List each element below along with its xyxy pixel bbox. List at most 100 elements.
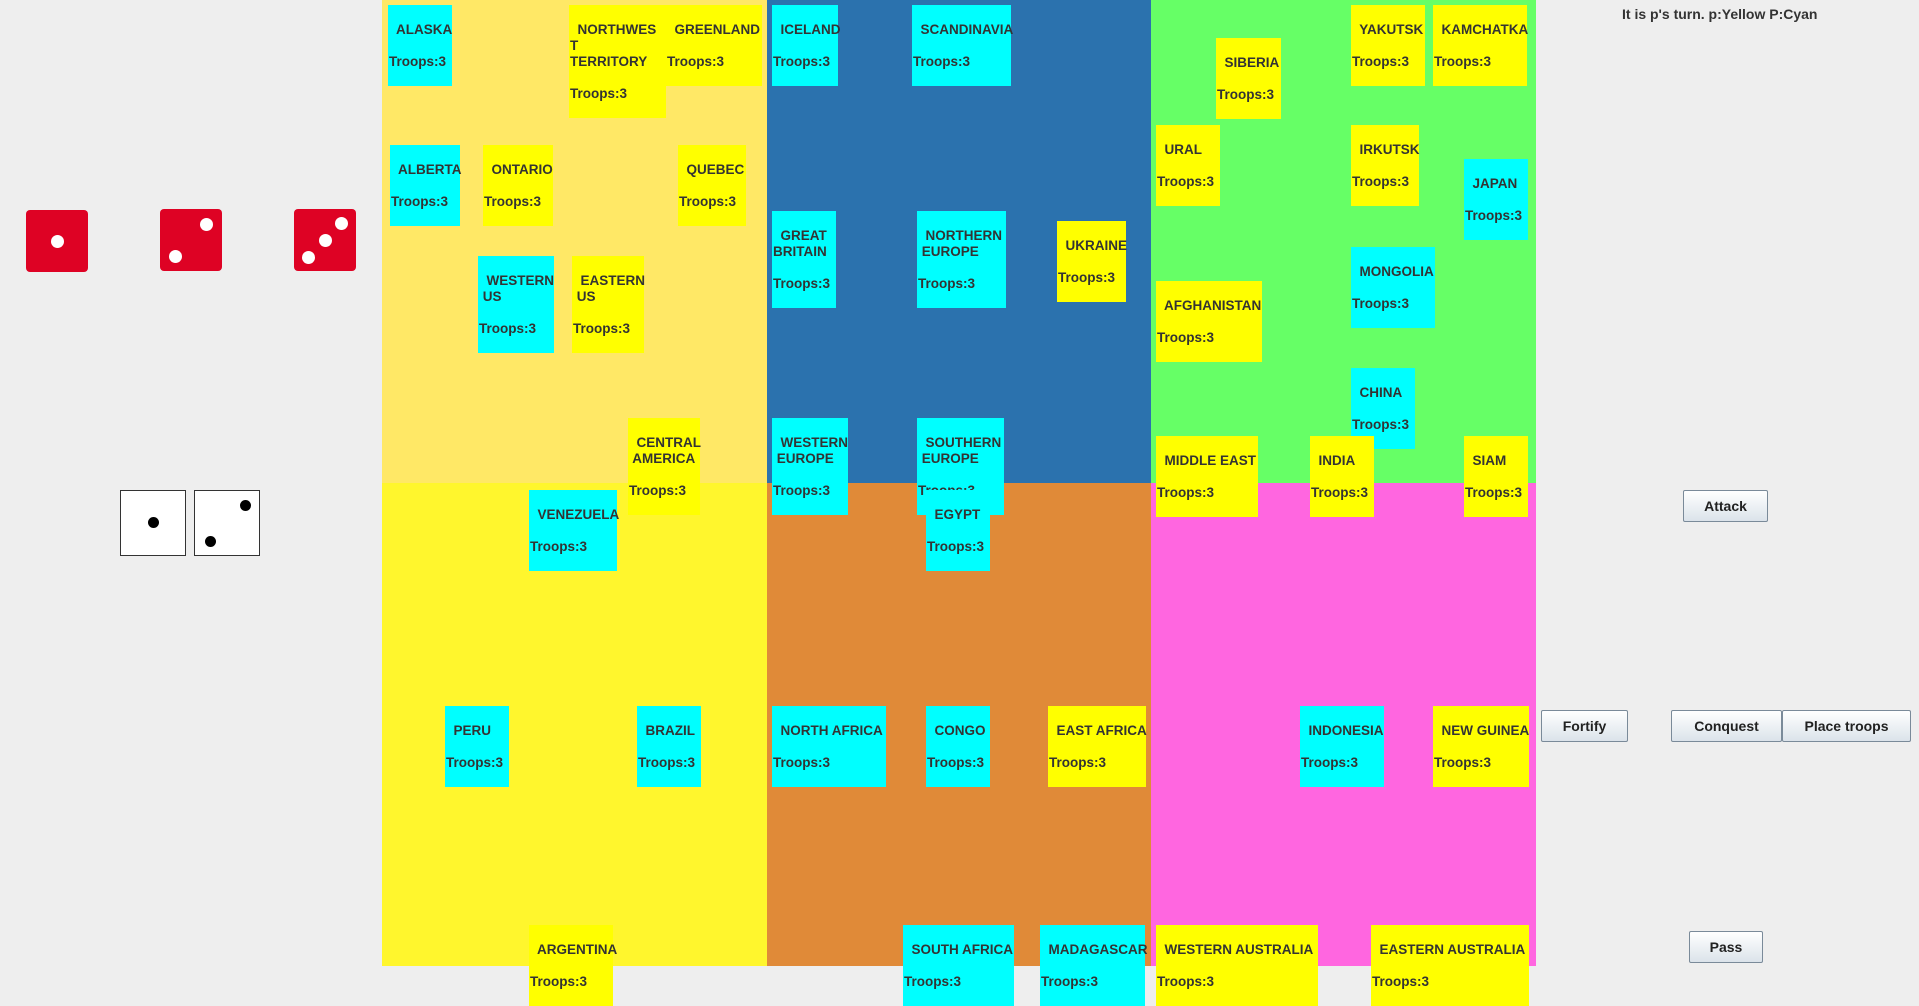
territory-ukraine[interactable]: UKRAINE Troops:3 (1057, 221, 1128, 302)
territory-quebec[interactable]: QUEBEC Troops:3 (678, 145, 746, 226)
attack-die-1 (26, 210, 88, 272)
territory-greenland[interactable]: GREENLAND Troops:3 (666, 5, 762, 86)
territory-northwest-territory[interactable]: NORTHWES T TERRITORY Troops:3 (569, 5, 666, 118)
attack-button[interactable]: Attack (1683, 490, 1768, 522)
territory-ontario[interactable]: ONTARIO Troops:3 (483, 145, 553, 226)
territory-name: JAPAN (1472, 176, 1518, 191)
conquest-button[interactable]: Conquest (1671, 710, 1782, 742)
territory-name: PERU (453, 723, 492, 738)
defend-die-2 (194, 490, 260, 556)
territory-name: NORTHWES T TERRITORY (570, 22, 657, 69)
territory-troops: Troops:3 (927, 755, 985, 770)
territory-troops: Troops:3 (479, 321, 537, 336)
territory-troops: Troops:3 (1049, 755, 1107, 770)
territory-troops: Troops:3 (773, 483, 831, 498)
territory-troops: Troops:3 (1157, 174, 1215, 189)
territory-eastern-us[interactable]: EASTERN US Troops:3 (572, 256, 646, 353)
territory-name: SCANDINAVIA (920, 22, 1014, 37)
territory-troops: Troops:3 (1465, 208, 1523, 223)
territory-india[interactable]: INDIA Troops:3 (1310, 436, 1374, 517)
territory-yakutsk[interactable]: YAKUTSK Troops:3 (1351, 5, 1425, 86)
territory-name: YAKUTSK (1359, 22, 1424, 37)
territory-congo[interactable]: CONGO Troops:3 (926, 706, 990, 787)
territory-middle-east[interactable]: MIDDLE EAST Troops:3 (1156, 436, 1258, 517)
territory-troops: Troops:3 (1311, 485, 1369, 500)
territory-great-britain[interactable]: GREAT BRITAIN Troops:3 (772, 211, 836, 308)
territory-troops: Troops:3 (1434, 54, 1492, 69)
territory-troops: Troops:3 (1217, 87, 1275, 102)
territory-scandinavia[interactable]: SCANDINAVIA Troops:3 (912, 5, 1014, 86)
territory-northern-europe[interactable]: NORTHERN EUROPE Troops:3 (917, 211, 1006, 308)
territory-troops: Troops:3 (1157, 974, 1215, 989)
territory-new-guinea[interactable]: NEW GUINEA Troops:3 (1433, 706, 1529, 787)
territory-venezuela[interactable]: VENEZUELA Troops:3 (529, 490, 620, 571)
territory-alberta[interactable]: ALBERTA Troops:3 (390, 145, 462, 226)
territory-troops: Troops:3 (530, 539, 588, 554)
territory-troops: Troops:3 (1157, 330, 1215, 345)
territory-name: WESTERN US (482, 273, 555, 304)
territory-western-europe[interactable]: WESTERN EUROPE Troops:3 (772, 418, 848, 515)
territory-troops: Troops:3 (773, 54, 831, 69)
territory-egypt[interactable]: EGYPT Troops:3 (926, 490, 990, 571)
territory-troops: Troops:3 (1352, 174, 1410, 189)
territory-name: AFGHANISTAN (1164, 298, 1262, 313)
territory-troops: Troops:3 (391, 194, 449, 209)
territory-troops: Troops:3 (1372, 974, 1430, 989)
territory-name: CENTRAL AMERICA (632, 435, 702, 466)
territory-irkutsk[interactable]: IRKUTSK Troops:3 (1351, 125, 1420, 206)
territory-east-africa[interactable]: EAST AFRICA Troops:3 (1048, 706, 1147, 787)
pass-button[interactable]: Pass (1689, 931, 1763, 963)
territory-troops: Troops:3 (904, 974, 962, 989)
territory-troops: Troops:3 (773, 276, 831, 291)
territory-name: SOUTHERN EUROPE (921, 435, 1002, 466)
territory-troops: Troops:3 (1157, 485, 1215, 500)
territory-troops: Troops:3 (913, 54, 971, 69)
territory-troops: Troops:3 (638, 755, 696, 770)
territory-troops: Troops:3 (773, 755, 831, 770)
territory-troops: Troops:3 (918, 276, 976, 291)
territory-name: UKRAINE (1065, 238, 1128, 253)
territory-siberia[interactable]: SIBERIA Troops:3 (1216, 38, 1281, 119)
territory-brazil[interactable]: BRAZIL Troops:3 (637, 706, 701, 787)
territory-kamchatka[interactable]: KAMCHATKA Troops:3 (1433, 5, 1528, 86)
territory-troops: Troops:3 (1434, 755, 1492, 770)
territory-name: INDONESIA (1308, 723, 1384, 738)
territory-peru[interactable]: PERU Troops:3 (445, 706, 509, 787)
territory-alaska[interactable]: ALASKA Troops:3 (388, 5, 452, 86)
territory-name: ALBERTA (398, 162, 462, 177)
territory-western-us[interactable]: WESTERN US Troops:3 (478, 256, 554, 353)
territory-japan[interactable]: JAPAN Troops:3 (1464, 159, 1528, 240)
territory-name: VENEZUELA (537, 507, 620, 522)
territory-ural[interactable]: URAL Troops:3 (1156, 125, 1220, 206)
territory-troops: Troops:3 (667, 54, 725, 69)
territory-name: NEW GUINEA (1441, 723, 1530, 738)
attack-die-2 (160, 209, 222, 271)
territory-indonesia[interactable]: INDONESIA Troops:3 (1300, 706, 1384, 787)
territory-mongolia[interactable]: MONGOLIA Troops:3 (1351, 247, 1435, 328)
territory-troops: Troops:3 (1301, 755, 1359, 770)
territory-siam[interactable]: SIAM Troops:3 (1464, 436, 1528, 517)
territory-name: EGYPT (934, 507, 981, 522)
territory-name: SOUTH AFRICA (911, 942, 1014, 957)
territory-name: SIBERIA (1224, 55, 1280, 70)
territory-name: INDIA (1318, 453, 1356, 468)
territory-name: NORTH AFRICA (780, 723, 883, 738)
place-troops-button[interactable]: Place troops (1782, 710, 1911, 742)
turn-status: It is p's turn. p:Yellow P:Cyan (1622, 6, 1818, 22)
territory-iceland[interactable]: ICELAND Troops:3 (772, 5, 841, 86)
territory-name: NORTHERN EUROPE (921, 228, 1003, 259)
fortify-button[interactable]: Fortify (1541, 710, 1628, 742)
territory-name: MIDDLE EAST (1164, 453, 1257, 468)
territory-name: MONGOLIA (1359, 264, 1434, 279)
territory-troops: Troops:3 (1058, 270, 1116, 285)
territory-name: WESTERN AUSTRALIA (1164, 942, 1314, 957)
territory-name: WESTERN EUROPE (776, 435, 849, 466)
territory-troops: Troops:3 (1352, 296, 1410, 311)
territory-name: EASTERN US (576, 273, 646, 304)
territory-troops: Troops:3 (1041, 974, 1099, 989)
territory-north-africa[interactable]: NORTH AFRICA Troops:3 (772, 706, 886, 787)
territory-central-america[interactable]: CENTRAL AMERICA Troops:3 (628, 418, 702, 515)
territory-troops: Troops:3 (570, 86, 628, 101)
territory-afghanistan[interactable]: AFGHANISTAN Troops:3 (1156, 281, 1262, 362)
territory-troops: Troops:3 (484, 194, 542, 209)
